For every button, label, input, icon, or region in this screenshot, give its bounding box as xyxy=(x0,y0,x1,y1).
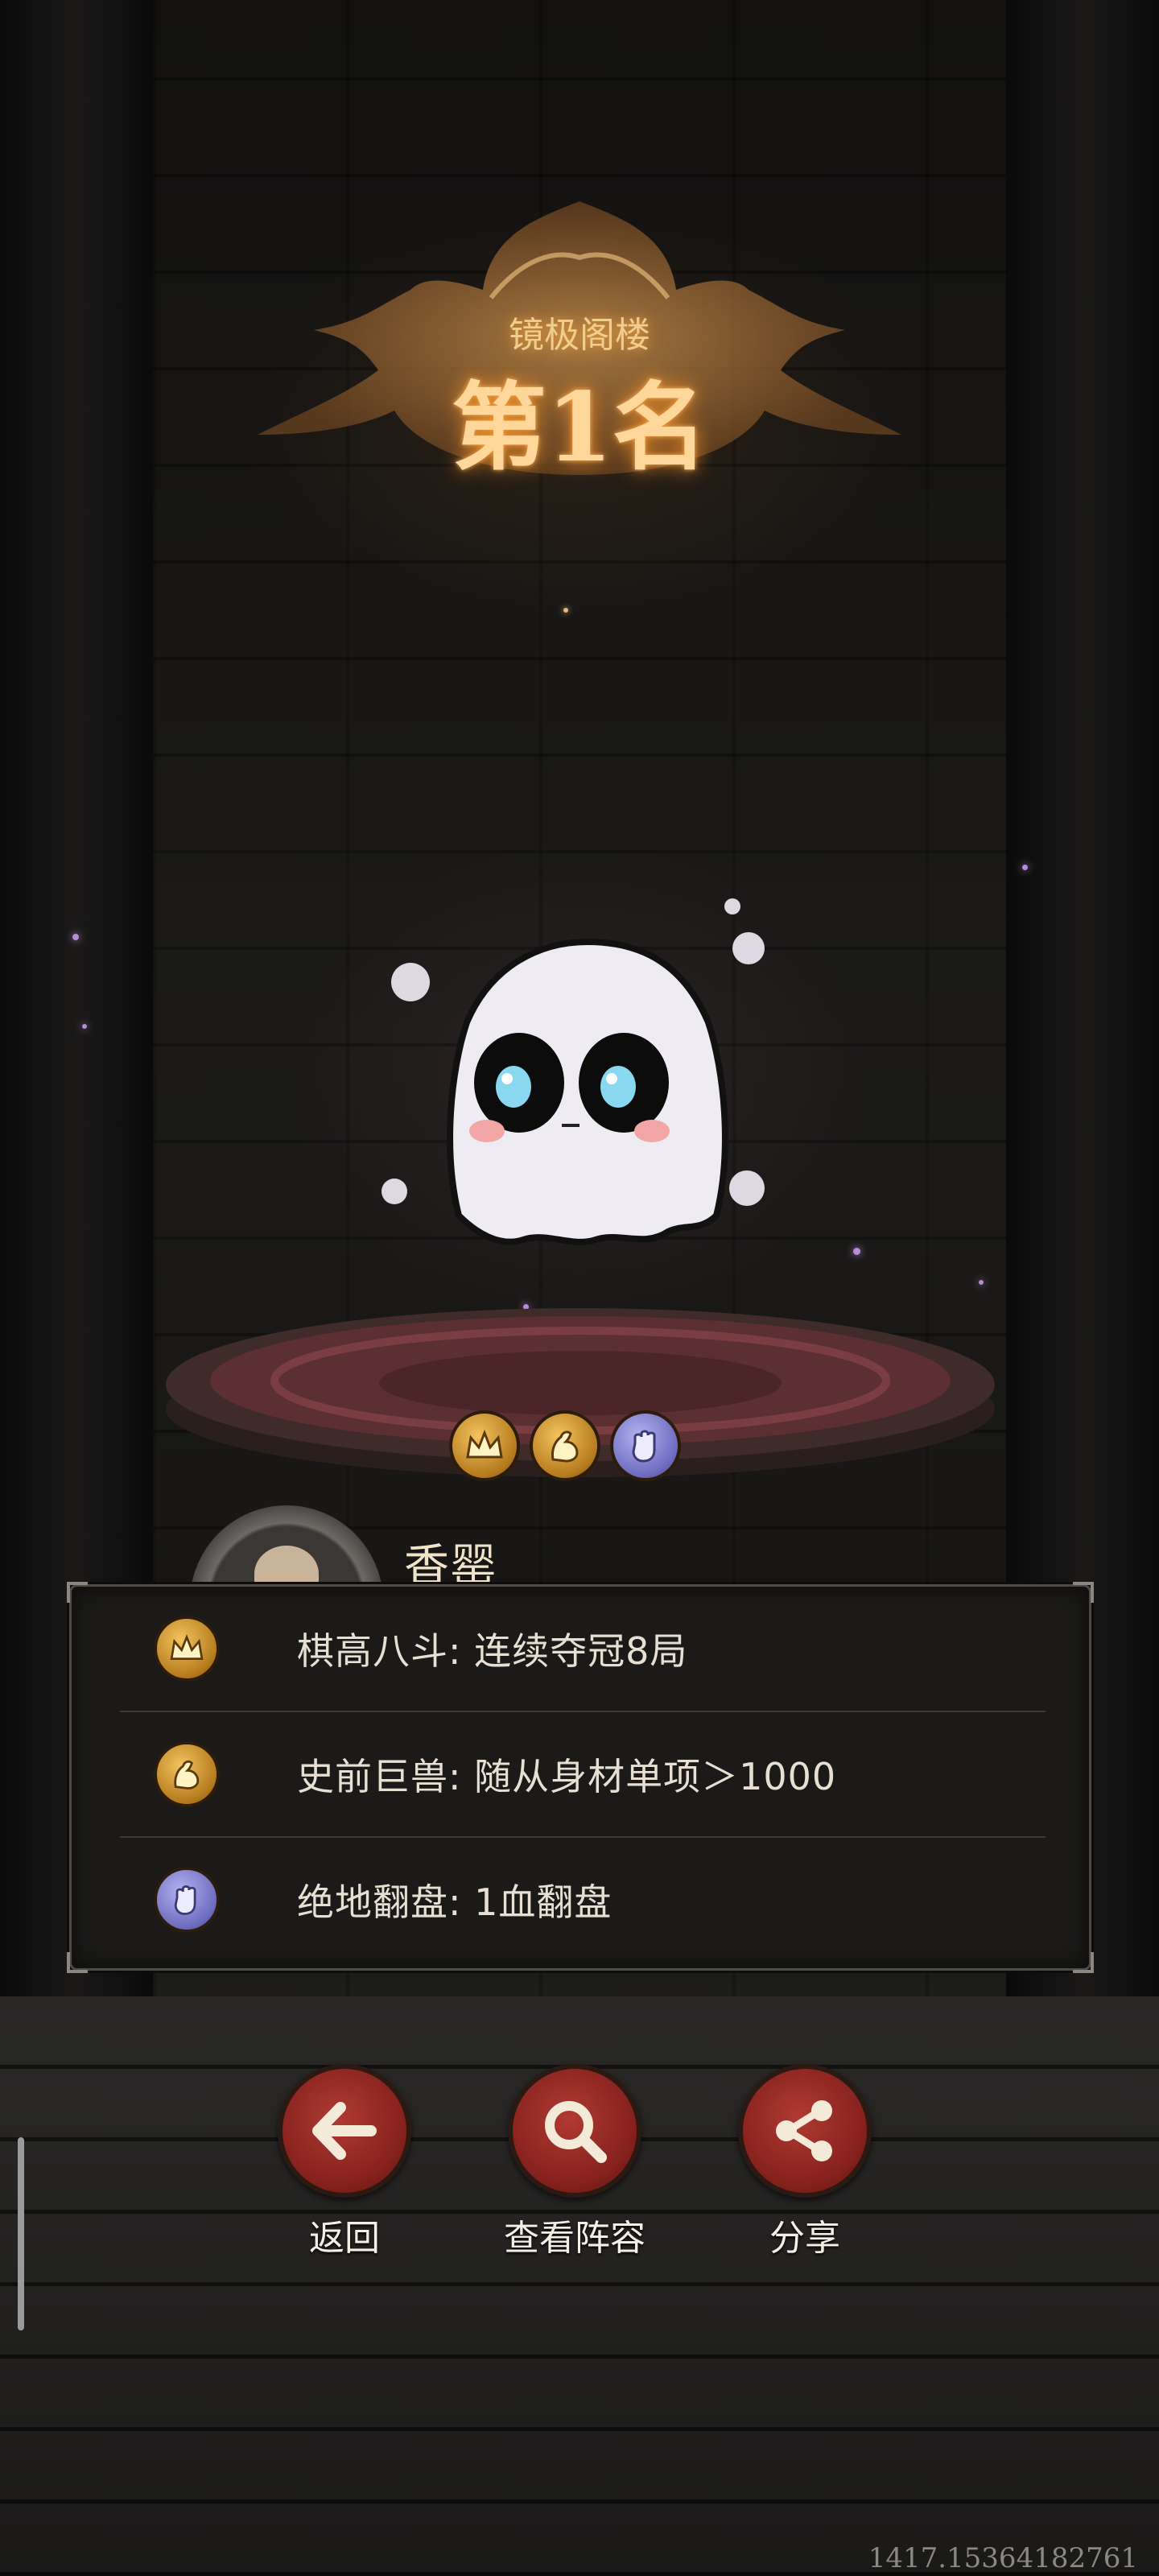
back-button-circle[interactable] xyxy=(278,2064,411,2198)
achievement-row: 绝地翻盘: 1血翻盘 xyxy=(120,1838,1046,1962)
crown-badge[interactable] xyxy=(449,1410,520,1481)
back-label[interactable]: 返回 xyxy=(228,2209,461,2260)
panel-corner xyxy=(67,1952,88,1973)
flexed-arm-icon xyxy=(174,1760,200,1790)
rank-title: 第1名 xyxy=(451,371,708,483)
achievement-row: 史前巨兽: 随从身材单项＞1000 xyxy=(120,1712,1046,1836)
dust-particle xyxy=(72,934,79,940)
magnifier-icon xyxy=(545,2101,607,2163)
crown-icon xyxy=(466,1430,503,1459)
dust-particle xyxy=(853,1248,860,1255)
share-label[interactable]: 分享 xyxy=(688,2209,922,2260)
achievement-text: 棋高八斗: 连续夺冠8局 xyxy=(297,1629,688,1673)
view-lineup-label[interactable]: 查看阵容 xyxy=(458,2209,691,2260)
crown-badge xyxy=(154,1616,220,1682)
fist-badge xyxy=(154,1867,220,1933)
fist-icon xyxy=(174,1885,196,1915)
panel-corner xyxy=(1073,1582,1094,1603)
ghost-character xyxy=(382,898,765,1245)
crown-icon xyxy=(170,1634,204,1660)
back-button[interactable]: 返回 xyxy=(276,2064,413,2260)
view-lineup-button[interactable]: 查看阵容 xyxy=(504,2064,645,2260)
share-button-circle[interactable] xyxy=(738,2064,872,2198)
share-button[interactable]: 分享 xyxy=(736,2064,873,2260)
badge-row xyxy=(449,1410,710,1488)
flexed-arm-badge xyxy=(154,1741,220,1807)
flexed-arm-icon xyxy=(551,1430,579,1463)
panel-corner xyxy=(1073,1952,1094,1973)
fist-icon xyxy=(632,1430,656,1463)
flexed-arm-badge[interactable] xyxy=(530,1410,600,1481)
dust-particle xyxy=(1022,865,1028,870)
view-lineup-button-circle[interactable] xyxy=(508,2064,641,2198)
achievement-text: 绝地翻盘: 1血翻盘 xyxy=(297,1880,612,1924)
panel-corner xyxy=(67,1582,88,1603)
share-icon xyxy=(776,2100,832,2161)
achievement-row: 棋高八斗: 连续夺冠8局 xyxy=(120,1587,1046,1711)
debug-readout: 1417.15364182761 xyxy=(868,2542,1138,2574)
arrow-left-icon xyxy=(312,2102,377,2160)
dust-particle xyxy=(563,608,568,613)
game-scene: 镜极阁楼 第1名 香罂 棋高八斗: 连续夺冠8局 史前巨兽: 随从身材单项＞10… xyxy=(0,0,1159,2576)
dust-particle xyxy=(979,1280,984,1285)
achievement-text: 史前巨兽: 随从身材单项＞1000 xyxy=(297,1755,837,1798)
scrollbar[interactable] xyxy=(18,2137,24,2330)
fist-badge[interactable] xyxy=(610,1410,681,1481)
dust-particle xyxy=(82,1024,87,1029)
rank-emblem: 镜极阁楼 第1名 xyxy=(217,185,942,491)
achievements-panel: 棋高八斗: 连续夺冠8局 史前巨兽: 随从身材单项＞1000 绝地翻盘: 1血翻… xyxy=(67,1582,1094,1973)
